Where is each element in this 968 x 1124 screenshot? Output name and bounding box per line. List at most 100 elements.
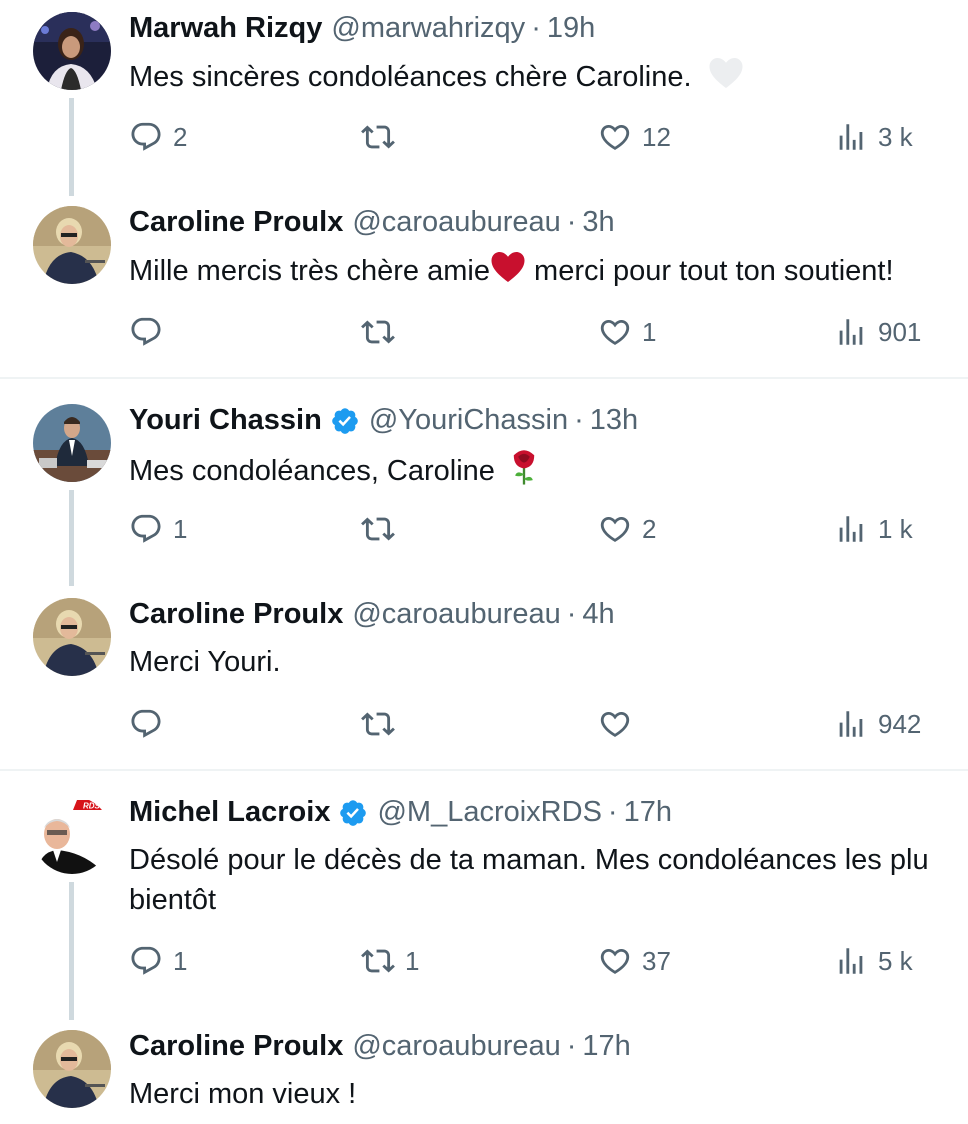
separator-dot: · (607, 796, 618, 828)
reply-button[interactable]: 1 (129, 944, 187, 978)
tweet-actions: 942 (129, 707, 968, 747)
views-icon (834, 707, 868, 741)
verified-badge-icon (338, 798, 368, 828)
reply-count: 1 (173, 513, 188, 544)
views-button[interactable]: 3 k (834, 120, 913, 154)
tweet-caroline-reply-2[interactable]: Caroline Proulx @caroaubureau · 4h Merci… (0, 586, 968, 769)
tweet-youri[interactable]: Youri Chassin @YouriChassin · 13h Mes co… (0, 392, 968, 586)
avatar[interactable] (33, 404, 111, 482)
author-name[interactable]: Michel Lacroix (129, 796, 330, 829)
timestamp[interactable]: 17h (582, 1030, 630, 1063)
tweet-text: Mes condoléances, Caroline (129, 448, 968, 497)
author-handle[interactable]: @caroaubureau (352, 598, 560, 631)
retweet-button[interactable] (361, 512, 405, 546)
tweet-marwah[interactable]: Marwah Rizqy @marwahrizqy · 19h Mes sinc… (0, 0, 968, 196)
timestamp[interactable]: 19h (547, 12, 595, 45)
verified-badge-icon (330, 406, 360, 436)
avatar[interactable] (33, 1030, 111, 1108)
tweet-text: Merci Youri. (129, 642, 968, 682)
view-count: 942 (878, 708, 922, 739)
separator-dot: · (531, 12, 541, 44)
retweet-icon (361, 315, 395, 349)
author-name[interactable]: Caroline Proulx (129, 206, 343, 239)
avatar[interactable] (33, 598, 111, 676)
author-name[interactable]: Marwah Rizqy (129, 12, 322, 45)
like-icon (598, 512, 632, 546)
avatar[interactable] (33, 12, 111, 90)
tweet-text: Mille mercis très chère amie merci pour … (129, 250, 968, 295)
like-icon (598, 315, 632, 349)
views-button[interactable]: 942 (834, 707, 921, 741)
like-count: 1 (642, 316, 657, 347)
retweet-button[interactable]: 1 (361, 944, 419, 978)
views-button[interactable]: 901 (834, 315, 921, 349)
tweet-text-content: Mes sincères condoléances chère Caroline… (129, 61, 692, 94)
retweet-icon (361, 944, 395, 978)
timestamp[interactable]: 13h (590, 404, 638, 437)
avatar-photo-icon (33, 404, 111, 482)
reply-icon (129, 707, 163, 741)
tweet-michel[interactable]: RDS Michel Lacroix @M_LacroixRDS · 17h D… (0, 784, 968, 1020)
views-icon (834, 944, 868, 978)
view-count: 1 k (878, 513, 913, 544)
avatar-photo-icon (33, 12, 111, 90)
like-button[interactable]: 2 (598, 512, 656, 546)
tweet-text-part-2: merci pour tout ton soutient! (525, 255, 894, 288)
tweet-text-line-2: bientôt (129, 884, 217, 916)
author-handle[interactable]: @M_LacroixRDS (377, 796, 601, 829)
views-button[interactable]: 1 k (834, 512, 913, 546)
like-count: 12 (642, 121, 671, 152)
tweet-caroline-reply-3[interactable]: Caroline Proulx @caroaubureau · 17h Merc… (0, 1018, 968, 1124)
reply-icon (129, 512, 163, 546)
view-count: 5 k (878, 945, 913, 976)
tweet-caroline-reply-1[interactable]: Caroline Proulx @caroaubureau · 3h Mille… (0, 194, 968, 377)
timestamp[interactable]: 17h (624, 796, 672, 829)
thread-connector-line (69, 98, 74, 196)
retweet-button[interactable] (361, 707, 405, 741)
views-icon (834, 120, 868, 154)
author-handle[interactable]: @caroaubureau (352, 206, 560, 239)
like-button[interactable] (598, 707, 642, 741)
red-heart-icon (490, 250, 526, 295)
retweet-button[interactable] (361, 120, 405, 154)
like-icon (598, 944, 632, 978)
separator-dot: · (574, 404, 584, 436)
author-handle[interactable]: @YouriChassin (369, 404, 568, 437)
like-button[interactable]: 37 (598, 944, 671, 978)
tweet-text-content: Merci mon vieux ! (129, 1078, 357, 1110)
separator-dot: · (566, 598, 577, 630)
tweet-header: Michel Lacroix @M_LacroixRDS · 17h (129, 796, 672, 829)
tweet-header: Caroline Proulx @caroaubureau · 17h (129, 1030, 631, 1063)
reply-count: 1 (173, 945, 188, 976)
tweet-actions: 1 901 (129, 315, 968, 355)
author-name[interactable]: Youri Chassin (129, 404, 322, 437)
reply-icon (129, 120, 163, 154)
timestamp[interactable]: 3h (582, 206, 614, 239)
avatar[interactable]: RDS (33, 796, 111, 874)
reply-button[interactable] (129, 707, 173, 741)
author-handle[interactable]: @caroaubureau (352, 1030, 560, 1063)
reply-icon (129, 315, 163, 349)
rds-logo-text: RDS (83, 802, 101, 811)
timestamp[interactable]: 4h (582, 598, 614, 631)
views-button[interactable]: 5 k (834, 944, 913, 978)
retweet-button[interactable] (361, 315, 405, 349)
conversation-separator (0, 769, 968, 771)
conversation-separator (0, 377, 968, 379)
author-name[interactable]: Caroline Proulx (129, 1030, 343, 1063)
tweet-text-part-1: Mille mercis très chère amie (129, 255, 490, 288)
reply-button[interactable] (129, 315, 173, 349)
view-count: 901 (878, 316, 922, 347)
separator-dot: · (566, 206, 577, 238)
like-button[interactable]: 12 (598, 120, 671, 154)
separator-dot: · (566, 1030, 577, 1062)
author-handle[interactable]: @marwahrizqy (331, 12, 525, 45)
like-button[interactable]: 1 (598, 315, 656, 349)
reply-button[interactable]: 2 (129, 120, 187, 154)
like-icon (598, 707, 632, 741)
author-name[interactable]: Caroline Proulx (129, 598, 343, 631)
avatar[interactable] (33, 206, 111, 284)
avatar-photo-icon (33, 1030, 111, 1108)
reply-button[interactable]: 1 (129, 512, 187, 546)
retweet-icon (361, 512, 395, 546)
